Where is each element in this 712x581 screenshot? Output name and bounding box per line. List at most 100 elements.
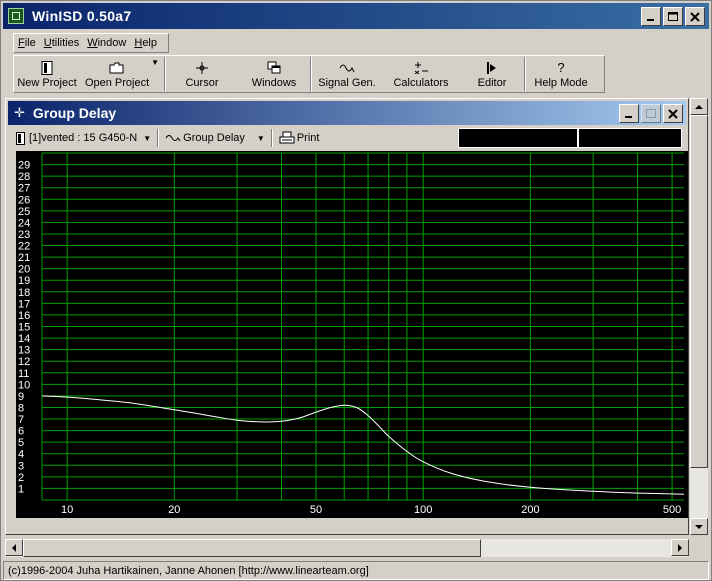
menu-window[interactable]: Window (83, 37, 130, 49)
open-project-dropdown-icon[interactable]: ▼ (151, 58, 159, 67)
chart-svg: 1234567891011121314151617181920212223242… (18, 152, 685, 516)
y-tick-label: 8 (18, 402, 24, 414)
print-button[interactable]: Print (275, 128, 324, 148)
y-tick-label: 21 (18, 252, 30, 264)
y-tick-label: 4 (18, 449, 24, 461)
minimize-icon (625, 115, 632, 118)
open-project-button[interactable]: Open Project ▼ (80, 56, 164, 92)
calculators-button[interactable]: Calculators (382, 56, 460, 92)
app-icon (8, 8, 24, 24)
x-tick-label: 200 (521, 504, 539, 516)
menu-bar: File Utilities Window Help (13, 33, 169, 53)
editor-label: Editor (477, 76, 507, 89)
y-tick-label: 10 (18, 379, 30, 391)
scroll-down-button[interactable] (690, 518, 708, 535)
help-mode-button[interactable]: ? Help Mode (526, 56, 596, 92)
project-selector-label: [1]vented : 15 G450-N (29, 132, 138, 144)
toolbar-separator (270, 129, 273, 147)
group-delay-chart[interactable]: 1 2 3 4 5 6 7 8 9 10 11 12 13 14 15 16 17 18 19 20 21 22 23 24 2… (16, 151, 688, 518)
crosshair-icon: ✛ (14, 105, 25, 120)
x-tick-label: 20 (168, 504, 180, 516)
vertical-scroll-thumb[interactable] (690, 115, 708, 468)
calculator-icon (414, 61, 428, 74)
y-tick-label: 18 (18, 287, 30, 299)
group-delay-series-line (41, 395, 685, 495)
y-tick-label: 22 (18, 241, 30, 253)
vertical-scrollbar[interactable] (690, 98, 708, 535)
status-bar: (c)1996-2004 Juha Hartikainen, Janne Aho… (3, 561, 709, 580)
printer-icon (279, 131, 295, 144)
y-tick-label: 5 (18, 437, 24, 449)
x-tick-label: 50 (310, 504, 322, 516)
y-tick-label: 25 (18, 206, 30, 218)
y-tick-label: 11 (18, 368, 29, 380)
y-tick-label: 17 (18, 298, 30, 310)
menu-file[interactable]: File (14, 37, 40, 49)
y-tick-label: 3 (18, 460, 24, 472)
y-tick-label: 7 (18, 414, 24, 426)
cursor-readout-x (458, 128, 578, 148)
close-icon (668, 108, 678, 119)
new-project-label: New Project (17, 76, 77, 89)
editor-button[interactable]: Editor (460, 56, 524, 92)
chevron-down-icon: ▼ (143, 133, 152, 143)
arrow-right-icon (678, 543, 682, 552)
graph-toolbar: [1]vented : 15 G450-N ▼ Group Delay ▼ Pr… (12, 127, 684, 149)
signal-gen-button[interactable]: Signal Gen. (312, 56, 382, 92)
y-tick-label: 28 (18, 171, 30, 183)
y-tick-label: 16 (18, 310, 30, 322)
y-tick-label: 19 (18, 275, 30, 287)
main-title-bar[interactable]: WinISD 0.50a7 (3, 3, 709, 29)
maximize-button[interactable] (663, 7, 683, 26)
cursor-readout-y (578, 128, 682, 148)
y-tick-label: 9 (18, 391, 24, 403)
chevron-down-icon: ▼ (256, 133, 265, 143)
child-maximize-button[interactable] (641, 104, 661, 123)
y-tick-label: 2 (18, 472, 24, 484)
new-project-icon (41, 60, 53, 75)
cursor-label: Cursor (185, 76, 219, 89)
sine-wave-icon (339, 64, 355, 72)
y-tick-label: 20 (18, 264, 30, 276)
windows-label: Windows (251, 76, 297, 89)
calculators-label: Calculators (393, 76, 449, 89)
group-delay-window: ✛ Group Delay [1]vented : 15 G450-N ▼ Gr… (5, 98, 689, 535)
question-mark-icon: ? (557, 60, 565, 75)
open-project-label: Open Project (84, 76, 150, 89)
arrow-down-icon (695, 524, 703, 529)
close-icon (690, 11, 700, 22)
project-selector[interactable]: [1]vented : 15 G450-N ▼ (12, 128, 155, 148)
sine-wave-icon (165, 135, 181, 142)
help-mode-label: Help Mode (534, 76, 588, 89)
toolbar-separator (157, 129, 160, 147)
child-minimize-button[interactable] (619, 104, 639, 123)
scroll-right-button[interactable] (671, 539, 689, 556)
menu-help[interactable]: Help (130, 37, 161, 49)
horizontal-scroll-thumb[interactable] (23, 539, 481, 557)
maximize-icon (668, 11, 678, 21)
scroll-up-button[interactable] (690, 98, 708, 115)
horizontal-scrollbar[interactable] (5, 539, 689, 557)
child-close-button[interactable] (663, 104, 683, 123)
y-tick-label: 14 (18, 333, 30, 345)
x-tick-label: 100 (414, 504, 432, 516)
app-title: WinISD 0.50a7 (32, 8, 132, 24)
windows-button[interactable]: Windows (238, 56, 310, 92)
graph-type-label: Group Delay (183, 132, 245, 144)
graph-type-selector[interactable]: Group Delay ▼ (161, 128, 269, 148)
y-tick-label: 29 (18, 160, 30, 172)
speaker-box-icon (16, 131, 25, 145)
menu-utilities[interactable]: Utilities (40, 37, 83, 49)
scroll-left-button[interactable] (5, 539, 23, 556)
status-text: (c)1996-2004 Juha Hartikainen, Janne Aho… (8, 564, 369, 577)
cursor-button[interactable]: Cursor (166, 56, 238, 92)
x-tick-label: 500 (663, 504, 681, 516)
y-tick-label: 13 (18, 345, 30, 357)
new-project-button[interactable]: New Project (14, 56, 80, 92)
minimize-icon (647, 18, 654, 21)
minimize-button[interactable] (641, 7, 661, 26)
main-toolbar: New Project Open Project ▼ Cursor Window… (13, 55, 605, 93)
child-title-bar[interactable]: ✛ Group Delay (8, 101, 686, 125)
close-button[interactable] (685, 7, 705, 26)
child-title: Group Delay (32, 105, 117, 121)
